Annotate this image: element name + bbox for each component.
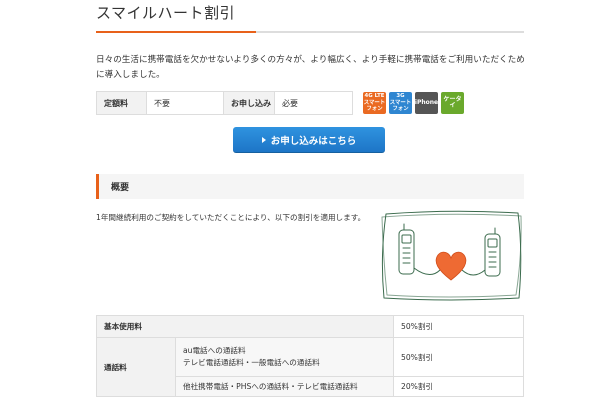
badge-text: iPhone (414, 98, 439, 106)
badge-iphone: iPhone (415, 92, 438, 114)
call-fee-item: au電話への通話料 テレビ電話通話料・一般電話への通話料 (175, 337, 394, 377)
badge-feature-phone: ケータイ (441, 92, 464, 114)
apply-button-label: お申し込みはこちら (270, 135, 357, 147)
badge-text: フォン (392, 106, 409, 113)
other-carrier-rate: 20%割引 (393, 376, 524, 397)
intro-text: 日々の生活に携帯電話を欠かせないより多くの方々が、より幅広く、より手軽に携帯電話… (96, 55, 525, 80)
badge-text: フォン (366, 106, 383, 113)
table-row: 基本使用料 50%割引 (96, 315, 524, 338)
device-badges: 4G LTE スマート フォン 3G スマート フォン iPhone ケータイ (363, 92, 464, 114)
basic-fee-label: 基本使用料 (96, 315, 394, 338)
fee-value: 不要 (147, 92, 224, 114)
overview-heading: 概要 (96, 174, 524, 199)
badge-4g-lte-smartphone: 4G LTE スマート フォン (363, 92, 386, 114)
application-label: お申し込み (224, 92, 275, 114)
title-underline (96, 31, 524, 33)
call-fee-rate: 50%割引 (393, 337, 524, 377)
table-row: 通話料 au電話への通話料 テレビ電話通話料・一般電話への通話料 50%割引 (96, 337, 524, 397)
badge-text: ケータイ (443, 95, 462, 109)
overview-description: 1年間継続利用のご契約をしていただくことにより、以下の割引を適用します。 (96, 213, 366, 222)
apply-button[interactable]: お申し込みはこちら (233, 127, 385, 153)
fee-summary-table: 定額料 不要 お申し込み 必要 (96, 91, 353, 115)
badge-3g-smartphone: 3G スマート フォン (389, 92, 412, 114)
basic-fee-rate: 50%割引 (393, 315, 524, 338)
call-fee-label: 通話料 (96, 337, 176, 397)
fee-label: 定額料 (97, 92, 147, 114)
page-title: スマイルハート割引 (96, 4, 236, 22)
application-value: 必要 (282, 98, 298, 108)
other-carrier-item: 他社携帯電話・PHSへの通話料・テレビ電話通話料 (175, 376, 394, 397)
discount-table: 基本使用料 50%割引 通話料 au電話への通話料 テレビ電話通話料・一般電話へ… (96, 315, 524, 397)
call-fee-item-line2: テレビ電話通話料・一般電話への通話料 (183, 358, 320, 367)
heart-icon (435, 251, 467, 281)
title-underline-accent (96, 31, 256, 33)
call-fee-item-line1: au電話への通話料 (183, 346, 246, 355)
triangle-right-icon (261, 136, 266, 143)
smile-heart-illustration (381, 210, 522, 301)
